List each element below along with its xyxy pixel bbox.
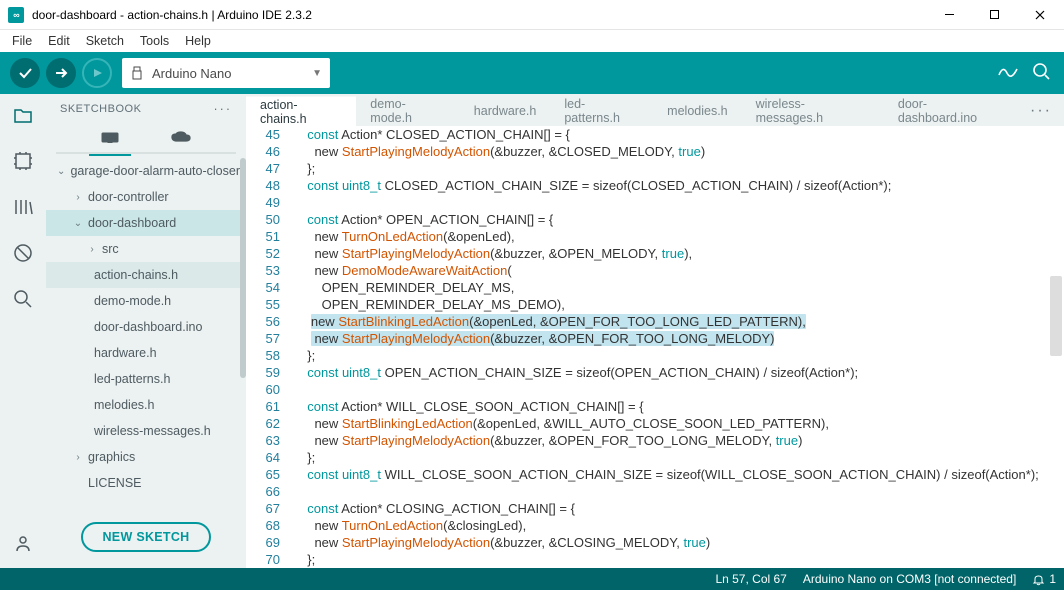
- sidebar: SKETCHBOOK ··· ⌄garage-door-alarm-auto-c…: [46, 94, 246, 568]
- tree-file[interactable]: demo-mode.h: [46, 288, 240, 314]
- activity-bar: [0, 94, 46, 568]
- menu-help[interactable]: Help: [177, 32, 219, 50]
- board-selector[interactable]: Arduino Nano ▼: [122, 58, 330, 88]
- top-toolbar: Arduino Nano ▼: [0, 52, 1064, 94]
- new-sketch-button[interactable]: NEW SKETCH: [81, 522, 211, 552]
- local-sketchbook-tab[interactable]: [95, 127, 125, 150]
- serial-plotter-button[interactable]: [998, 63, 1018, 84]
- close-button[interactable]: [1017, 0, 1062, 29]
- editor-tab[interactable]: wireless-messages.h: [742, 96, 884, 126]
- editor-area: action-chains.h demo-mode.h hardware.h l…: [246, 94, 1064, 568]
- cloud-sketchbook-tab[interactable]: [165, 127, 197, 150]
- editor-scrollbar[interactable]: [1050, 126, 1062, 568]
- tree-file[interactable]: door-dashboard.ino: [46, 314, 240, 340]
- tree-folder-root[interactable]: ⌄garage-door-alarm-auto-closer: [46, 158, 240, 184]
- maximize-button[interactable]: [972, 0, 1017, 29]
- verify-button[interactable]: [10, 58, 40, 88]
- board-name: Arduino Nano: [152, 66, 304, 81]
- status-bar: Ln 57, Col 67 Arduino Nano on COM3 [not …: [0, 568, 1064, 590]
- tabs-overflow-button[interactable]: ···: [1018, 96, 1064, 126]
- tree-folder-src[interactable]: ›src: [46, 236, 240, 262]
- minimize-button[interactable]: [927, 0, 972, 29]
- usb-icon: [130, 66, 144, 80]
- editor-tab[interactable]: action-chains.h: [246, 96, 356, 126]
- tree-file[interactable]: hardware.h: [46, 340, 240, 366]
- tree-file-license[interactable]: LICENSE: [46, 470, 240, 496]
- tree-file[interactable]: action-chains.h: [46, 262, 240, 288]
- editor-tab[interactable]: demo-mode.h: [356, 96, 460, 126]
- editor-tab[interactable]: led-patterns.h: [550, 96, 653, 126]
- tree-folder-door-dashboard[interactable]: ⌄door-dashboard: [46, 210, 240, 236]
- editor-tab[interactable]: melodies.h: [653, 96, 741, 126]
- board-connection-status[interactable]: Arduino Nano on COM3 [not connected]: [803, 572, 1016, 586]
- more-icon[interactable]: ···: [214, 102, 233, 116]
- menu-tools[interactable]: Tools: [132, 32, 177, 50]
- debug-tab-icon[interactable]: [12, 242, 34, 264]
- title-bar: ∞ door-dashboard - action-chains.h | Ard…: [0, 0, 1064, 30]
- window-title: door-dashboard - action-chains.h | Ardui…: [32, 8, 927, 22]
- debug-button[interactable]: [82, 58, 112, 88]
- file-tree: ⌄garage-door-alarm-auto-closer ›door-con…: [46, 158, 246, 508]
- menu-edit[interactable]: Edit: [40, 32, 78, 50]
- menu-bar: File Edit Sketch Tools Help: [0, 30, 1064, 52]
- boards-manager-icon[interactable]: [12, 150, 34, 172]
- cursor-position[interactable]: Ln 57, Col 67: [715, 572, 786, 586]
- notifications-button[interactable]: 1: [1032, 572, 1056, 586]
- arduino-logo-icon: ∞: [8, 7, 24, 23]
- sidebar-title: SKETCHBOOK: [60, 103, 141, 115]
- tree-file[interactable]: melodies.h: [46, 392, 240, 418]
- editor-tab[interactable]: door-dashboard.ino: [884, 96, 1018, 126]
- tree-file[interactable]: led-patterns.h: [46, 366, 240, 392]
- tree-file[interactable]: wireless-messages.h: [46, 418, 240, 444]
- upload-button[interactable]: [46, 58, 76, 88]
- editor-tab[interactable]: hardware.h: [460, 96, 551, 126]
- account-icon[interactable]: [12, 532, 34, 554]
- search-tab-icon[interactable]: [12, 288, 34, 310]
- library-manager-icon[interactable]: [12, 196, 34, 218]
- editor-tabs: action-chains.h demo-mode.h hardware.h l…: [246, 94, 1064, 126]
- menu-file[interactable]: File: [4, 32, 40, 50]
- menu-sketch[interactable]: Sketch: [78, 32, 132, 50]
- sketchbook-tab-icon[interactable]: [12, 104, 34, 126]
- tree-folder-graphics[interactable]: ›graphics: [46, 444, 240, 470]
- code-editor[interactable]: 45 const Action* CLOSED_ACTION_CHAIN[] =…: [246, 126, 1064, 568]
- tree-folder-door-controller[interactable]: ›door-controller: [46, 184, 240, 210]
- caret-down-icon: ▼: [312, 68, 322, 79]
- serial-monitor-button[interactable]: [1032, 62, 1050, 85]
